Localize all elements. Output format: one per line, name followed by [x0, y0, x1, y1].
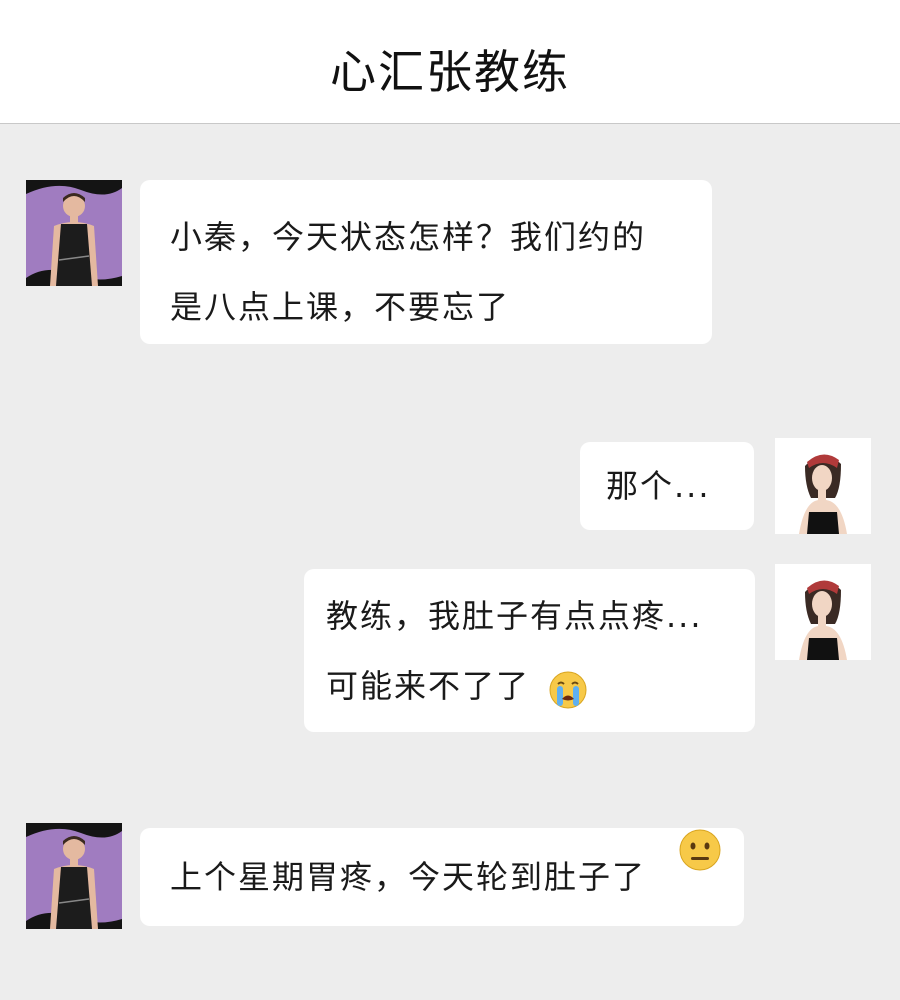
my-avatar[interactable]: [775, 564, 871, 660]
coach-message-bubble[interactable]: 上个星期胃疼，今天轮到肚子了: [140, 828, 744, 926]
message-text: 可能来不了了: [326, 667, 531, 705]
chat-header: 心汇张教练: [0, 0, 900, 124]
loudly-crying-face-emoji: [548, 664, 588, 709]
message-line: 小秦，今天状态怎样？我们约的: [170, 218, 647, 256]
coach-avatar[interactable]: [26, 823, 122, 929]
contact-name-title: 心汇张教练: [330, 45, 570, 99]
coach-message-bubble[interactable]: 小秦，今天状态怎样？我们约的 是八点上课，不要忘了: [140, 180, 712, 344]
message-line: 教练，我肚子有点点疼...: [326, 597, 703, 635]
my-message-bubble[interactable]: 那个...: [580, 442, 754, 530]
neutral-face-emoji: [678, 828, 722, 872]
message-line: 那个...: [606, 467, 711, 505]
chat-area[interactable]: 小秦，今天状态怎样？我们约的 是八点上课，不要忘了 那个... 教练，我肚子有点…: [0, 125, 900, 1000]
coach-avatar[interactable]: [26, 180, 122, 286]
my-message-bubble[interactable]: 教练，我肚子有点点疼... 可能来不了了: [304, 569, 755, 732]
message-line: 可能来不了了: [326, 651, 733, 721]
message-line: 是八点上课，不要忘了: [170, 288, 511, 326]
my-avatar[interactable]: [775, 438, 871, 534]
message-line: 上个星期胃疼，今天轮到肚子了: [170, 858, 647, 896]
